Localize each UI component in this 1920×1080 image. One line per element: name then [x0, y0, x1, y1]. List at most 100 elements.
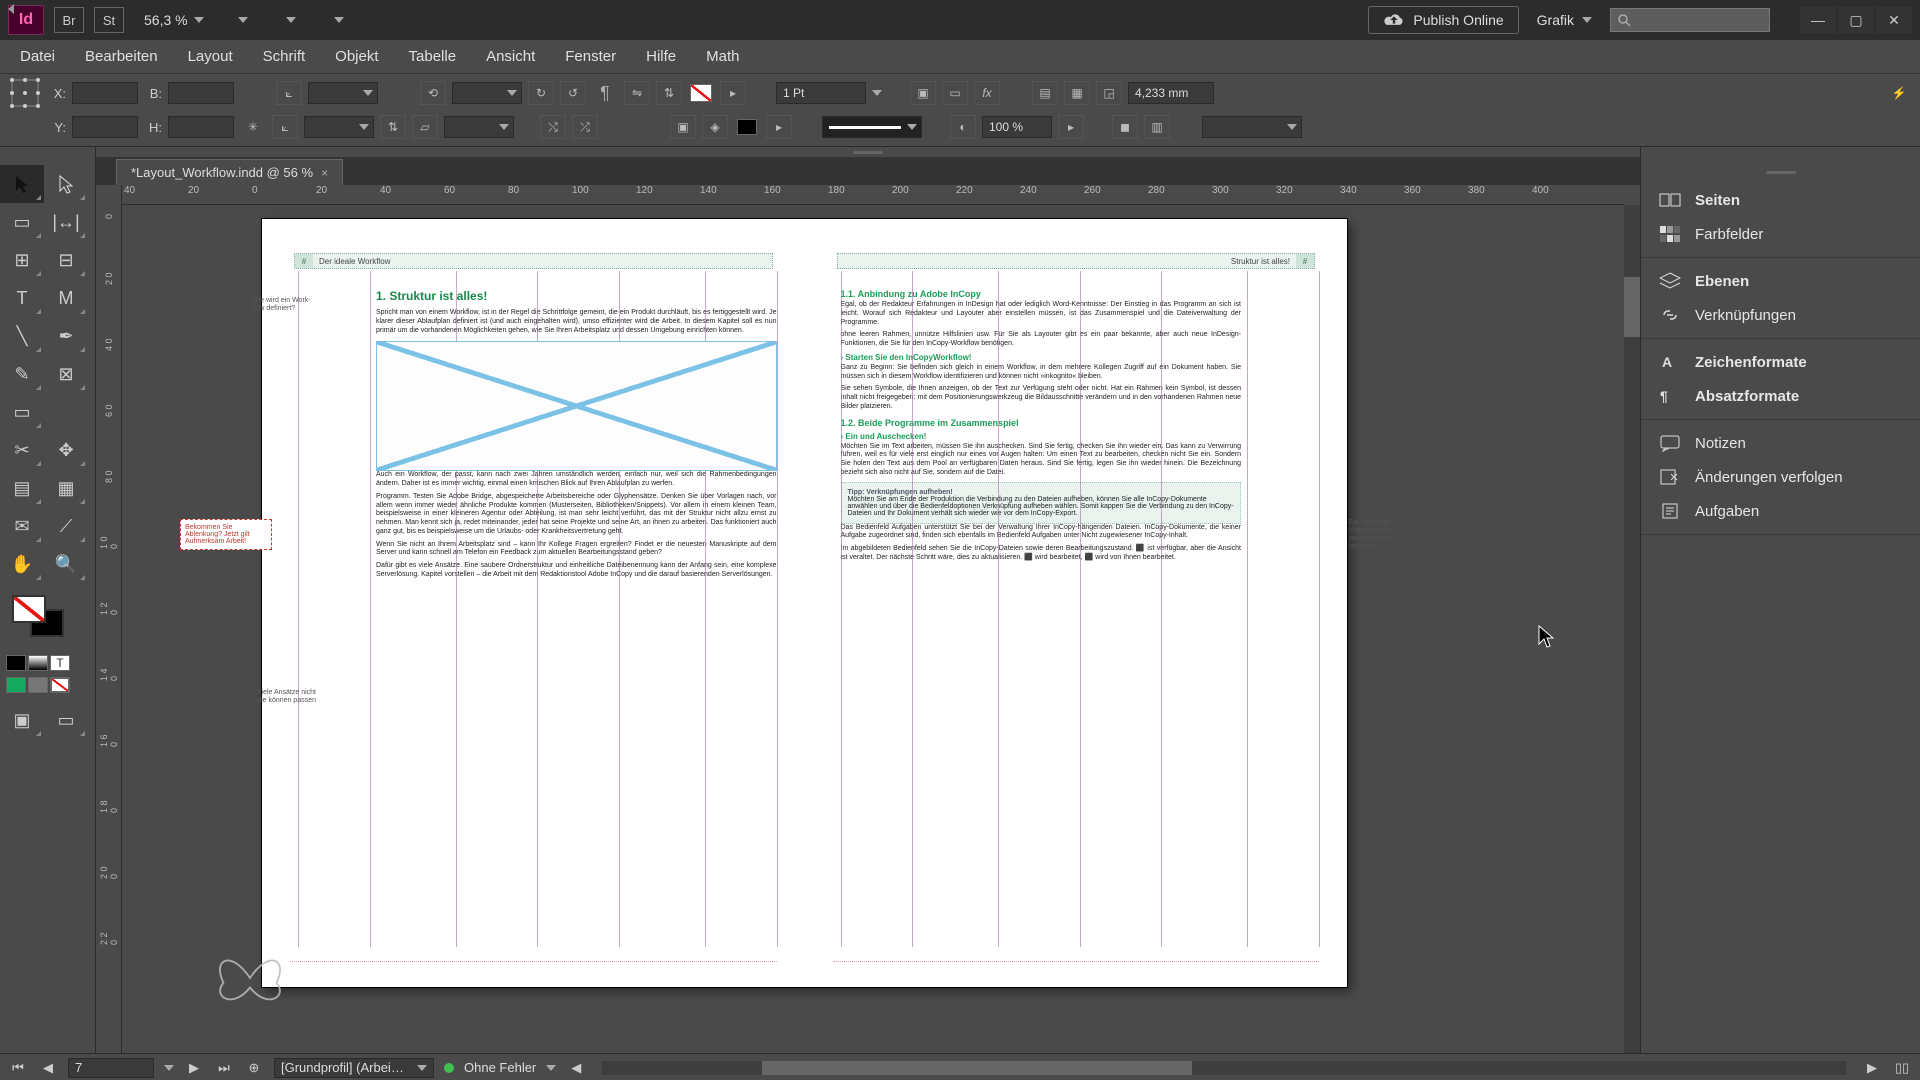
zoom-level-combo[interactable]: 56,3 %	[134, 10, 214, 30]
stroke-swatch[interactable]	[734, 116, 760, 138]
empty-graphic-frame[interactable]	[376, 341, 777, 471]
view-mode-preview[interactable]: ▭	[44, 701, 88, 739]
flip-vertical-icon[interactable]: ⇅	[656, 81, 682, 105]
preflight-status-text[interactable]: Ohne Fehler	[464, 1060, 536, 1075]
menu-hilfe[interactable]: Hilfe	[632, 42, 690, 71]
scale-y-icon[interactable]: ⟀	[272, 115, 298, 139]
fill-toggle-arrow[interactable]: ▸	[720, 81, 746, 105]
panel-notizen[interactable]: Notizen	[1641, 426, 1920, 460]
apply-color-swatch[interactable]	[6, 655, 26, 671]
text-wrap-bounding-icon[interactable]: ▦	[1064, 81, 1090, 105]
rotate-select[interactable]	[452, 82, 522, 104]
menu-objekt[interactable]: Objekt	[321, 42, 392, 71]
rectangle-tool[interactable]: ▭	[0, 393, 44, 431]
chevron-down-icon[interactable]	[872, 90, 882, 96]
menu-tabelle[interactable]: Tabelle	[395, 42, 471, 71]
minimize-button[interactable]: —	[1800, 7, 1836, 33]
type-tool[interactable]: T	[0, 279, 44, 317]
width-input[interactable]	[168, 82, 234, 104]
corner-radius-input[interactable]: 4,233 mm	[1128, 82, 1214, 104]
fill-stroke-proxy[interactable]	[6, 591, 89, 647]
pencil-tool[interactable]: ✎	[0, 355, 44, 393]
scale-y-select[interactable]	[304, 116, 374, 138]
rotate-90-ccw-icon[interactable]: ↺	[560, 81, 586, 105]
scrollbar-thumb[interactable]	[762, 1061, 1192, 1075]
note-tool[interactable]: ✉	[0, 507, 44, 545]
panel-grip[interactable]	[1641, 167, 1920, 177]
scroll-left-button[interactable]: ◀	[566, 1059, 586, 1077]
shear-icon[interactable]: ▱	[412, 115, 438, 139]
page-tool[interactable]: ▭	[0, 203, 44, 241]
panel-seiten[interactable]: Seiten	[1641, 183, 1920, 217]
horizontal-ruler[interactable]: 4020020406080100120140160180200220240260…	[122, 185, 1624, 205]
view-options-button[interactable]	[224, 6, 262, 34]
flip-horizontal-icon[interactable]: ⇋	[624, 81, 650, 105]
reference-point-proxy[interactable]	[8, 76, 42, 110]
opacity-arrow[interactable]: ▸	[1058, 115, 1084, 139]
next-page-button[interactable]: ▶	[184, 1059, 204, 1077]
panel-aufgaben[interactable]: Aufgaben	[1641, 494, 1920, 528]
content-placer-tool[interactable]: ⊟	[44, 241, 88, 279]
formatting-text-swatch[interactable]	[28, 677, 48, 693]
stroke-style-select[interactable]	[822, 116, 922, 138]
page-number-input[interactable]: 7	[68, 1058, 154, 1078]
selection-tool[interactable]	[0, 165, 44, 203]
gap-tool[interactable]: |↔|	[44, 203, 88, 241]
stroke-weight-input[interactable]: 1 Pt	[776, 82, 866, 104]
height-input[interactable]	[168, 116, 234, 138]
page-right[interactable]: Struktur ist alles! # Ein- und Aus- chec…	[805, 219, 1348, 987]
drop-shadow-icon[interactable]: ◼	[1112, 115, 1138, 139]
preflight-profile-combo[interactable]: [Grundprofil] (Arbei…	[274, 1058, 434, 1078]
stroke-toggle-arrow[interactable]: ▸	[766, 115, 792, 139]
opacity-input[interactable]: 100 %	[982, 116, 1052, 138]
rotate-icon[interactable]: ⟲	[420, 81, 446, 105]
maximize-button[interactable]: ▢	[1838, 7, 1874, 33]
panel-absatzformate[interactable]: ¶ Absatzformate	[1641, 379, 1920, 413]
menu-fenster[interactable]: Fenster	[551, 42, 630, 71]
menu-layout[interactable]: Layout	[174, 42, 247, 71]
rotate-90-cw-icon[interactable]: ↻	[528, 81, 554, 105]
bridge-badge[interactable]: Br	[54, 7, 84, 33]
panel-zeichenformate[interactable]: A Zeichenformate	[1641, 345, 1920, 379]
fill-proxy[interactable]	[12, 595, 46, 623]
content-collector-tool[interactable]: ⊞	[0, 241, 44, 279]
blend-mode-icon[interactable]: ▥	[1144, 115, 1170, 139]
effects-fx-icon[interactable]: fx	[974, 81, 1000, 105]
formatting-none-swatch[interactable]	[50, 677, 70, 693]
screen-mode-button[interactable]	[272, 6, 310, 34]
last-page-button[interactable]: ⏭	[214, 1059, 234, 1077]
link-scale-icon[interactable]: ⇅	[380, 115, 406, 139]
flip-h-2-icon[interactable]: ⤭	[540, 115, 566, 139]
scale-x-select[interactable]	[308, 82, 378, 104]
panel-farbfelder[interactable]: Farbfelder	[1641, 217, 1920, 251]
select-container-icon[interactable]: ▣	[670, 115, 696, 139]
zoom-tool[interactable]: 🔍	[44, 545, 88, 583]
measure-tool[interactable]: M	[44, 279, 88, 317]
hand-tool[interactable]: ✋	[0, 545, 44, 583]
menu-schrift[interactable]: Schrift	[249, 42, 320, 71]
apply-none-swatch[interactable]: T	[50, 655, 70, 671]
close-button[interactable]: ✕	[1876, 7, 1912, 33]
first-page-button[interactable]: ⏮	[8, 1059, 28, 1077]
free-transform-tool[interactable]: ✥	[44, 431, 88, 469]
formatting-container-swatch[interactable]	[6, 677, 26, 693]
scrollbar-thumb[interactable]	[1624, 277, 1640, 337]
publish-online-button[interactable]: Publish Online	[1368, 6, 1518, 34]
flip-v-2-icon[interactable]: ⤮	[572, 115, 598, 139]
menu-math[interactable]: Math	[692, 42, 753, 71]
vertical-scrollbar[interactable]	[1624, 205, 1640, 1053]
canvas[interactable]: # Der ideale Workflow Wie wird ein Work-…	[122, 205, 1624, 1053]
panel-grip[interactable]	[96, 147, 1640, 157]
view-mode-normal[interactable]: ▣	[0, 701, 44, 739]
eyedropper-tool[interactable]: ⟋	[44, 507, 88, 545]
document-tab[interactable]: *Layout_Workflow.indd @ 56 % ×	[116, 159, 343, 185]
object-style-select[interactable]	[1202, 116, 1302, 138]
gradient-feather-tool[interactable]: ▦	[44, 469, 88, 507]
line-tool[interactable]: ╲	[0, 317, 44, 355]
shear-select[interactable]	[444, 116, 514, 138]
scroll-right-button[interactable]: ▶	[1862, 1059, 1882, 1077]
scale-x-icon[interactable]: ⟀	[276, 81, 302, 105]
split-view-button[interactable]: ▯▯	[1892, 1059, 1912, 1077]
workspace-switcher[interactable]: Grafik	[1529, 12, 1600, 28]
fill-swatch[interactable]	[688, 82, 714, 104]
